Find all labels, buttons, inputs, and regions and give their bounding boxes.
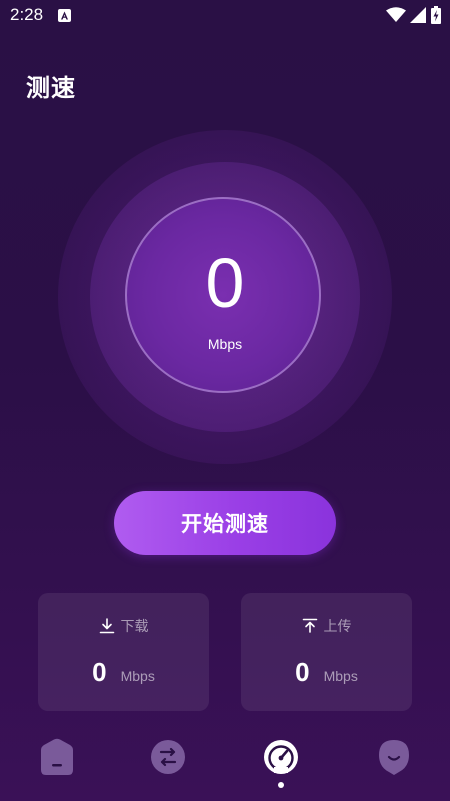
download-value: 0 (92, 657, 107, 687)
status-time: 2:28 (10, 5, 44, 24)
status-bar: 2:28 (0, 0, 450, 32)
wifi-icon (386, 7, 406, 22)
nav-speed[interactable] (261, 737, 301, 777)
download-header: 下载 (38, 616, 209, 636)
battery-charging-icon (431, 6, 441, 24)
download-unit: Mbps (120, 668, 155, 684)
upload-value: 0 (295, 657, 310, 687)
nav-profile[interactable] (374, 737, 414, 777)
nav-exchange[interactable] (148, 737, 188, 777)
upload-header: 上传 (241, 616, 412, 636)
speed-unit: Mbps (207, 336, 243, 352)
upload-unit: Mbps (323, 668, 358, 684)
home-icon (41, 738, 73, 775)
download-card: 下载 0 Mbps (38, 593, 209, 711)
download-value-row: 0 Mbps (38, 657, 209, 688)
upload-card: 上传 0 Mbps (241, 593, 412, 711)
upload-icon (302, 618, 317, 633)
speed-gauge: 0 Mbps (58, 130, 392, 464)
start-test-button[interactable]: 开始测速 (114, 491, 336, 555)
signal-icon (410, 7, 426, 23)
nav-active-indicator (278, 782, 284, 788)
speed-value: 0 (205, 244, 245, 322)
page-title: 测速 (26, 74, 76, 102)
upload-value-row: 0 Mbps (241, 657, 412, 688)
nav-home[interactable] (37, 737, 77, 777)
upload-label: 上传 (323, 619, 352, 635)
bottom-nav (0, 730, 450, 801)
profile-icon (379, 740, 409, 775)
download-label: 下载 (120, 619, 149, 635)
speedometer-icon (264, 740, 298, 774)
exchange-icon (151, 740, 185, 774)
accessibility-a-icon (58, 9, 71, 22)
download-icon (99, 618, 114, 634)
